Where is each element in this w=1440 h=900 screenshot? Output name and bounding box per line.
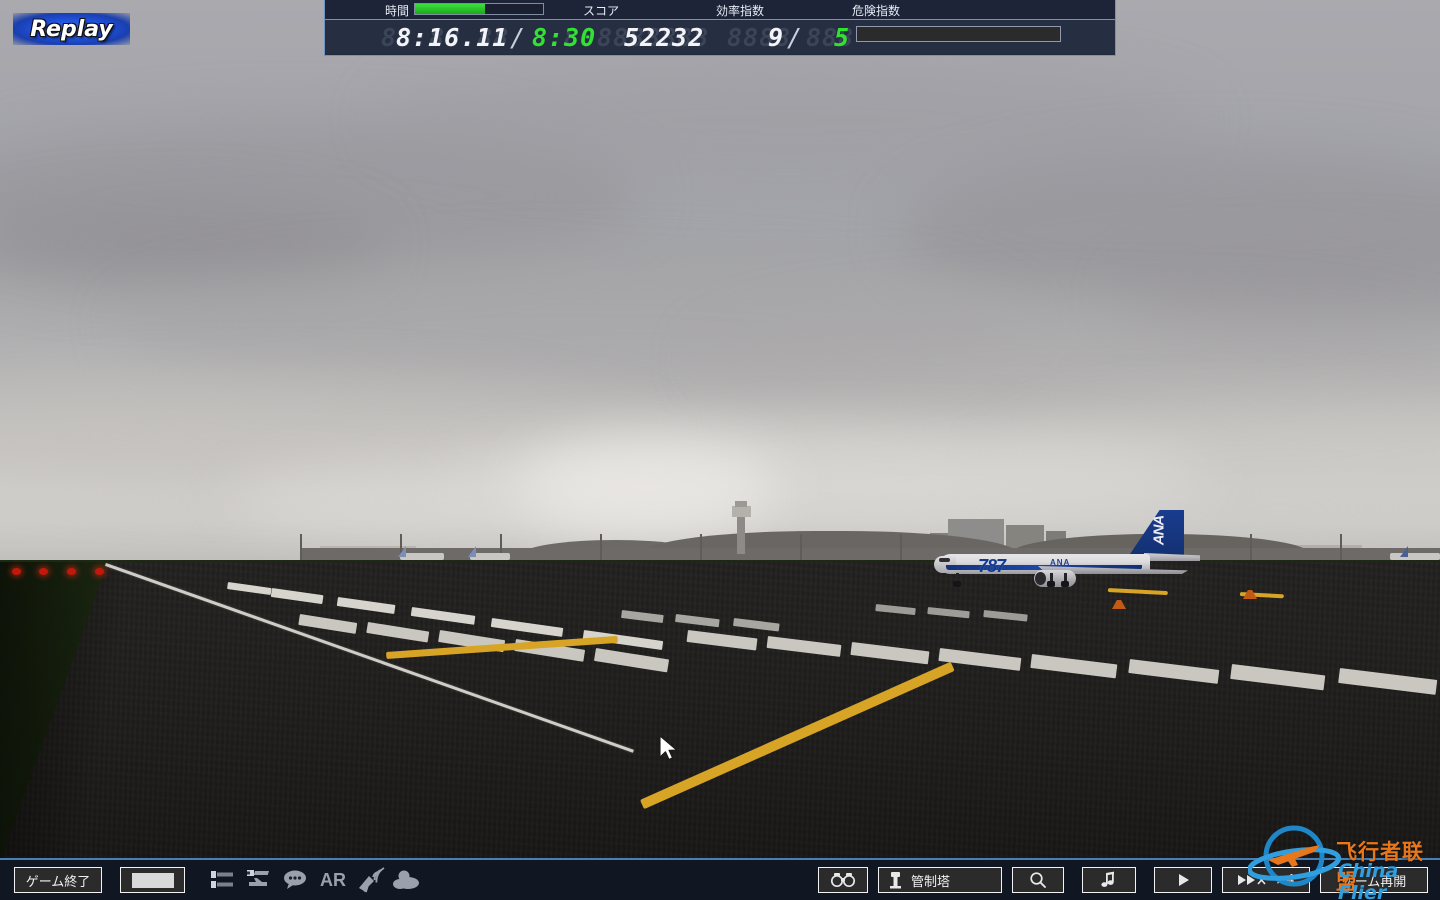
- distant-aircraft: [400, 553, 444, 560]
- time-progress-gauge: [414, 3, 544, 15]
- light-mast: [1340, 534, 1342, 562]
- search-button[interactable]: [1012, 867, 1064, 893]
- control-tower-button[interactable]: 管制塔: [878, 867, 1002, 893]
- play-button[interactable]: [1154, 867, 1212, 893]
- aircraft-body-livery-text: ANA: [1050, 558, 1071, 567]
- control-tower-icon: [890, 872, 901, 889]
- aircraft-horizontal-stabilizer: [1144, 553, 1200, 561]
- aircraft-main-wheel: [1047, 581, 1055, 587]
- time-label: 時間: [385, 4, 410, 18]
- light-mast: [700, 534, 702, 562]
- danger-index-bar: [856, 26, 1061, 42]
- aircraft-tail-livery-text: ANA: [1150, 515, 1168, 546]
- time-progress-fill: [415, 4, 486, 14]
- control-tower-antenna: [735, 501, 747, 507]
- fast-forward-icon: [1238, 875, 1267, 885]
- radar-dish-glyph: [359, 867, 385, 893]
- time-elapsed-value: 8:16.11: [396, 23, 509, 52]
- score-label: スコア: [583, 4, 620, 18]
- distant-aircraft: [1390, 553, 1440, 560]
- distant-airport: [0, 0, 1440, 580]
- ground-shadow: [0, 562, 130, 900]
- display-card-icon: [131, 872, 174, 888]
- ar-label: AR: [320, 869, 346, 890]
- chat-bubble-glyph: [284, 870, 306, 889]
- binoculars-icon: [830, 873, 856, 888]
- score-value: 52232: [624, 23, 705, 52]
- music-note-icon: [1101, 871, 1114, 887]
- aircraft-nose-wheel: [953, 581, 961, 587]
- aircraft-list-icon[interactable]: [241, 866, 277, 894]
- bottom-toolbar: ゲーム終了 AR 管制塔 ×4 ゲーム再開: [0, 858, 1440, 900]
- hud-label-row: 時間 スコア 効率指数 危険指数: [325, 0, 1115, 20]
- weather-cloud-glyph: [393, 870, 419, 889]
- display-toggle-button[interactable]: [120, 867, 185, 893]
- radar-icon[interactable]: [353, 866, 389, 894]
- efficiency-max-value: 5: [834, 23, 851, 52]
- weather-icon[interactable]: [389, 866, 425, 894]
- resume-game-button[interactable]: ゲーム再開: [1320, 867, 1428, 893]
- binoculars-button[interactable]: [818, 867, 868, 893]
- control-tower-cab: [732, 506, 751, 517]
- play-icon: [1179, 874, 1189, 886]
- chat-icon[interactable]: [277, 866, 313, 894]
- cursor-arrow-icon: [659, 735, 678, 761]
- fast-forward-button[interactable]: ×4: [1222, 867, 1310, 893]
- aircraft-main-wheel: [1061, 581, 1069, 587]
- light-mast: [1250, 534, 1252, 562]
- aircraft-cockpit-window: [939, 558, 950, 562]
- end-game-label: ゲーム終了: [25, 874, 91, 890]
- replay-label: Replay: [30, 16, 113, 42]
- danger-label: 危険指数: [852, 4, 901, 18]
- end-game-button[interactable]: ゲーム終了: [14, 867, 102, 893]
- distant-aircraft: [470, 553, 510, 560]
- replay-mode-badge: Replay: [13, 13, 130, 45]
- ar-icon[interactable]: AR: [313, 866, 353, 894]
- time-total-value: 8:30: [532, 23, 597, 52]
- runway-texture: [0, 562, 1440, 900]
- efficiency-value: 9: [768, 23, 785, 52]
- flight-strips-icon[interactable]: [205, 866, 241, 894]
- resume-game-label: ゲーム再開: [1341, 874, 1407, 890]
- music-button[interactable]: [1082, 867, 1136, 893]
- fast-forward-speed-label: ×4: [1275, 872, 1295, 888]
- flight-strips-glyph: [211, 871, 233, 888]
- light-mast: [300, 534, 302, 562]
- control-tower-label: 管制塔: [911, 874, 951, 890]
- control-tower-shaft: [737, 512, 745, 554]
- search-icon: [1030, 872, 1046, 888]
- aircraft-engine-inlet: [1035, 572, 1046, 585]
- game-screen: ANA 787 ANA Replay 時間 スコア 効率指数 危険指数 88:8…: [0, 0, 1440, 900]
- aircraft-ana-787: ANA 787 ANA: [930, 500, 1205, 590]
- aircraft-type-marking: 787: [978, 556, 1006, 576]
- runway-end-lights: [0, 566, 120, 580]
- light-mast: [800, 534, 802, 562]
- efficiency-separator: /: [787, 23, 804, 52]
- status-hud-panel: 時間 スコア 効率指数 危険指数 88:88.88 8:16.11 / 8:88…: [324, 0, 1116, 56]
- mouse-cursor: [659, 735, 681, 765]
- hud-value-row: 88:88.88 8:16.11 / 8:88 8:30 8888888 522…: [325, 20, 1115, 54]
- efficiency-label: 効率指数: [716, 4, 765, 18]
- light-mast: [900, 534, 902, 562]
- time-separator: /: [510, 23, 527, 52]
- light-mast: [600, 534, 602, 562]
- aircraft-list-glyph: [247, 870, 270, 886]
